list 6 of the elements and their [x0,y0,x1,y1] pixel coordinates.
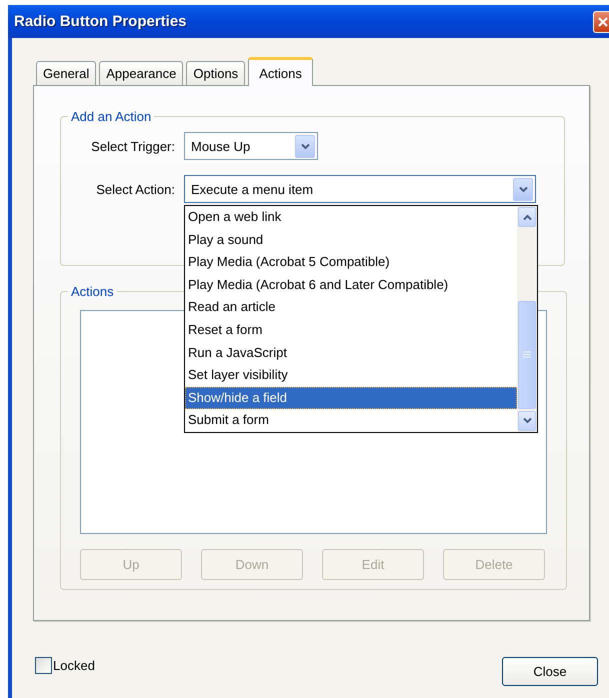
group-title: Add an Action [70,109,152,124]
checkbox-label: Locked [53,658,95,673]
field-label: Select Action: [95,182,176,196]
field-label: Select Trigger: [90,138,176,154]
window-title: Radio Button Properties [13,13,187,30]
group-title: Actions [70,284,115,299]
